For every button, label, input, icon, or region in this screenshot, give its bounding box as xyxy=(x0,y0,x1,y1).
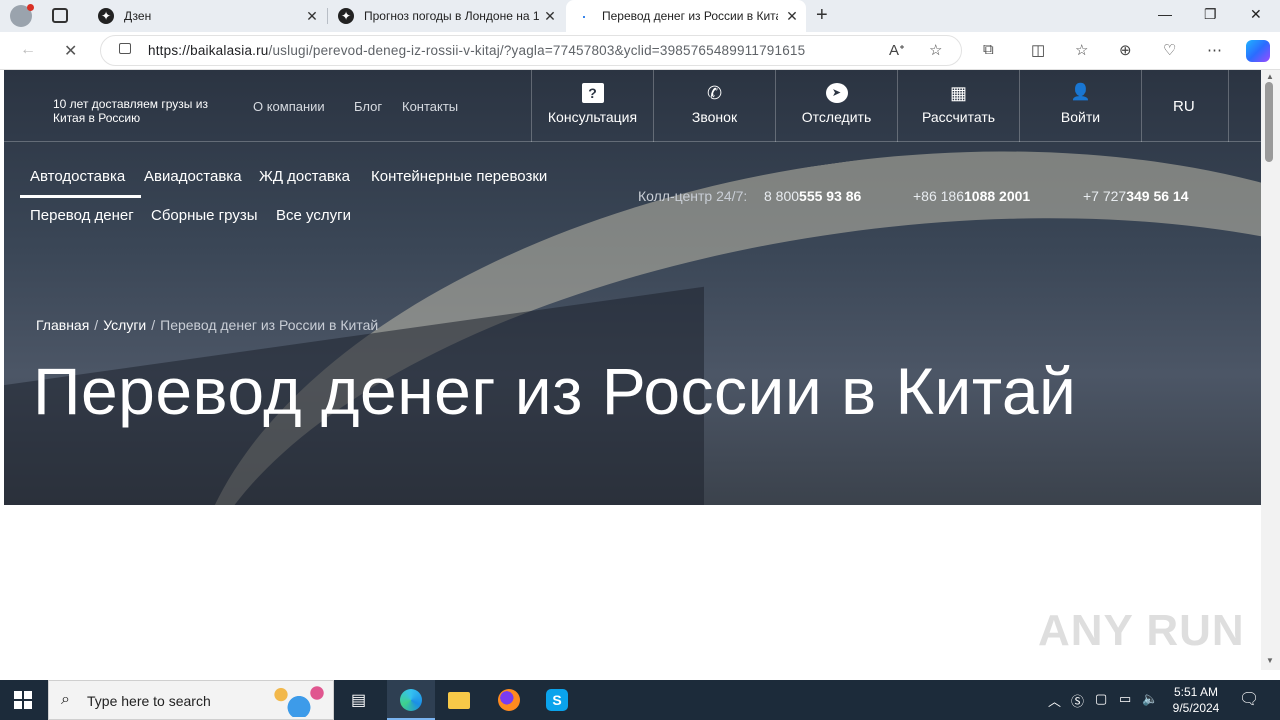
tab-actions-icon[interactable] xyxy=(52,8,68,23)
more-menu-icon[interactable]: ⋯ xyxy=(1207,41,1222,59)
browser-essentials-icon[interactable]: ♡ xyxy=(1163,41,1176,59)
read-aloud-icon[interactable]: Aᐩ xyxy=(889,41,905,59)
tab-title: Дзен xyxy=(124,9,152,23)
login-button[interactable]: 👤 Войти xyxy=(1019,70,1141,142)
split-screen-icon[interactable]: ◫ xyxy=(1031,41,1045,59)
language-switch[interactable]: RU xyxy=(1173,98,1195,115)
menu-all-services[interactable]: Все услуги xyxy=(276,207,351,224)
breadcrumb: Главная / Услуги / Перевод денег из России в… xyxy=(36,317,379,333)
tray-overflow-icon[interactable]: ︿ xyxy=(1048,691,1061,710)
task-view-icon[interactable]: ▤ xyxy=(336,680,384,720)
browser-tab-bar: ✦ Дзен ✕ ✦ Прогноз погоды в Лондоне на 1… xyxy=(0,0,1280,32)
site-top-nav: 10 лет доставляем грузы из Китая в Росси… xyxy=(4,70,1261,142)
address-bar-row: ← ✕ https://baikalasia.ru/uslugi/perevod… xyxy=(0,32,1280,70)
tab-dzen[interactable]: ✦ Дзен ✕ xyxy=(88,0,326,32)
minimize-icon[interactable]: — xyxy=(1158,6,1172,22)
skype-tray-icon[interactable]: Ⓢ xyxy=(1071,691,1084,710)
stop-loading-icon[interactable]: ✕ xyxy=(64,41,77,61)
tab-weather[interactable]: ✦ Прогноз погоды в Лондоне на 1 ✕ xyxy=(328,0,564,32)
web-page: 10 лет доставляем грузы из Китая в Росси… xyxy=(4,70,1261,670)
close-window-icon[interactable]: ✕ xyxy=(1250,6,1262,23)
tab-title: Перевод денег из России в Кита xyxy=(602,9,778,23)
search-icon: ⌕ xyxy=(61,691,70,708)
taskbar-clock[interactable]: 5:51 AM 9/5/2024 xyxy=(1166,684,1226,716)
breadcrumb-home[interactable]: Главная xyxy=(36,317,89,333)
device-icon[interactable]: ▢ xyxy=(1095,691,1107,707)
breadcrumb-services[interactable]: Услуги xyxy=(103,317,146,333)
extensions-icon[interactable]: ⧉ xyxy=(983,41,994,58)
question-icon: ? xyxy=(581,83,604,103)
button-label: Рассчитать xyxy=(921,109,996,125)
clock-date: 9/5/2024 xyxy=(1172,701,1220,715)
profile-avatar-icon[interactable] xyxy=(10,4,34,27)
restore-icon[interactable]: ❐ xyxy=(1204,6,1217,23)
collections-icon[interactable]: ⊕ xyxy=(1119,41,1132,59)
consultation-button[interactable]: ? Консультация xyxy=(531,70,653,142)
link-about[interactable]: О компании xyxy=(253,99,325,114)
menu-container-shipping[interactable]: Контейнерные перевозки xyxy=(371,168,547,185)
scroll-down-icon[interactable]: ▼ xyxy=(1266,656,1274,665)
call-center-label: Колл-центр 24/7: xyxy=(638,188,748,204)
link-blog[interactable]: Блог xyxy=(354,99,382,114)
search-placeholder: Type here to search xyxy=(87,693,211,709)
notifications-icon[interactable]: 🗨 xyxy=(1239,689,1259,709)
lock-icon[interactable] xyxy=(119,43,131,54)
search-highlight-icon xyxy=(269,685,329,717)
navigation-icon: ➤ xyxy=(825,83,848,103)
phone-number-2[interactable]: +86 1861088 2001 xyxy=(913,188,1030,204)
callback-button[interactable]: ✆ Звонок xyxy=(653,70,775,142)
tab-title: Прогноз погоды в Лондоне на 1 xyxy=(364,9,539,23)
button-label: Войти xyxy=(1060,109,1101,125)
file-explorer-icon[interactable] xyxy=(435,680,483,720)
link-contacts[interactable]: Контакты xyxy=(402,99,458,114)
scroll-up-icon[interactable]: ▲ xyxy=(1266,72,1274,81)
dzen-icon: ✦ xyxy=(98,8,114,24)
tab-active[interactable]: · Перевод денег из России в Кита ✕ xyxy=(566,0,806,32)
breadcrumb-current: Перевод денег из России в Китай xyxy=(160,317,379,333)
scroll-thumb[interactable] xyxy=(1265,82,1273,162)
menu-auto-delivery[interactable]: Автодоставка xyxy=(19,168,142,198)
hero-banner: 10 лет доставляем грузы из Китая в Росси… xyxy=(4,70,1261,505)
track-button[interactable]: ➤ Отследить xyxy=(775,70,897,142)
phone-number-1[interactable]: 8 800555 93 86 xyxy=(764,188,861,204)
skype-icon[interactable]: S xyxy=(533,680,581,720)
user-icon: 👤 xyxy=(1070,84,1091,101)
menu-consolidated-cargo[interactable]: Сборные грузы xyxy=(151,207,258,224)
calculate-button[interactable]: ▦ Рассчитать xyxy=(897,70,1019,142)
network-icon[interactable]: ▭ xyxy=(1119,691,1131,707)
anyrun-watermark: ANY RUN xyxy=(1038,606,1245,655)
calculator-icon: ▦ xyxy=(949,83,967,103)
copilot-icon[interactable] xyxy=(1246,40,1270,62)
windows-start-icon[interactable] xyxy=(14,691,32,709)
page-scrollbar[interactable]: ▲ ▼ xyxy=(1261,70,1280,670)
divider xyxy=(1228,70,1229,142)
button-label: Отследить xyxy=(801,109,872,125)
favorite-star-icon[interactable]: ☆ xyxy=(929,41,942,59)
button-label: Консультация xyxy=(547,109,638,125)
phone-number-3[interactable]: +7 727349 56 14 xyxy=(1083,188,1189,204)
button-label: Звонок xyxy=(691,109,738,125)
clock-time: 5:51 AM xyxy=(1173,685,1219,699)
page-title: Перевод денег из России в Китай xyxy=(33,354,1077,428)
windows-taskbar: ⌕ Type here to search ▤ S ︿ Ⓢ ▢ ▭ 🔈 5:51… xyxy=(0,680,1280,720)
loading-icon: · xyxy=(581,6,587,26)
url-text[interactable]: https://baikalasia.ru/uslugi/perevod-den… xyxy=(148,43,805,58)
dzen-icon: ✦ xyxy=(338,8,354,24)
new-tab-button[interactable]: + xyxy=(816,4,828,27)
firefox-icon[interactable] xyxy=(485,680,533,720)
edge-icon[interactable] xyxy=(387,680,435,720)
back-icon[interactable]: ← xyxy=(20,41,36,59)
taskbar-search[interactable]: ⌕ Type here to search xyxy=(48,680,334,720)
menu-money-transfer[interactable]: Перевод денег xyxy=(30,207,134,224)
menu-air-delivery[interactable]: Авиадоставка xyxy=(144,168,242,185)
volume-icon[interactable]: 🔈 xyxy=(1142,691,1158,707)
close-tab-icon[interactable]: ✕ xyxy=(542,8,558,25)
menu-rail-delivery[interactable]: ЖД доставка xyxy=(259,168,350,185)
favorites-icon[interactable]: ☆ xyxy=(1075,41,1088,59)
site-slogan: 10 лет доставляем грузы из Китая в Росси… xyxy=(53,97,208,125)
close-tab-icon[interactable]: ✕ xyxy=(304,8,320,25)
close-tab-icon[interactable]: ✕ xyxy=(784,8,800,25)
phone-icon: ✆ xyxy=(706,83,723,103)
